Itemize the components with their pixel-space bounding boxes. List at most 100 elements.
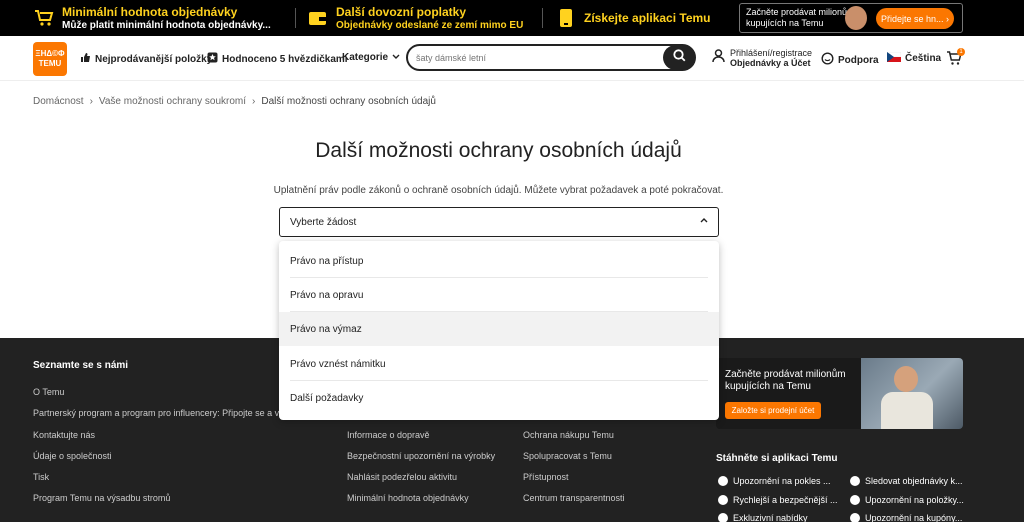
footer-link[interactable]: Minimální hodnota objednávky	[347, 493, 469, 503]
support-link[interactable]: Podpora	[821, 52, 879, 68]
footer-link[interactable]: Ochrana nákupu Temu	[523, 430, 614, 440]
promo-divider	[295, 8, 296, 28]
breadcrumb-separator: ›	[89, 96, 93, 107]
logo-text: TEMU	[38, 59, 62, 68]
footer-link[interactable]: Nahlásit podezřelou aktivitu	[347, 472, 457, 482]
footer-link[interactable]: Bezpečnostní upozornění na výrobky	[347, 451, 495, 461]
search-button[interactable]	[663, 45, 695, 70]
app-promo[interactable]: Získejte aplikaci Temu	[555, 0, 711, 36]
bell-icon	[718, 476, 728, 486]
wallet-icon	[307, 7, 329, 29]
cart-icon	[33, 7, 55, 29]
language-selector[interactable]: Čeština	[886, 51, 942, 65]
temu-logo[interactable]: ΞΗΔ©Φ TEMU	[33, 42, 67, 76]
user-icon	[712, 48, 725, 68]
search-bar	[406, 44, 696, 71]
breadcrumb-item[interactable]: Vaše možnosti ochrany soukromí	[99, 96, 246, 107]
import-fee-title: Další dovozní poplatky	[336, 4, 467, 19]
hourglass-icon	[850, 495, 860, 505]
app-feature: Rychlejší a bezpečnější ...	[718, 495, 838, 505]
phone-icon	[555, 7, 577, 29]
support-icon	[821, 52, 834, 68]
nav-categories[interactable]: Kategorie	[342, 52, 400, 63]
option-label: Právo na opravu	[290, 290, 364, 301]
footer-app-title: Stáhněte si aplikaci Temu	[716, 453, 838, 464]
language-label: Čeština	[905, 53, 942, 64]
dropdown-option[interactable]: Právo na přístup	[279, 244, 719, 278]
cart-count-badge: 1	[957, 48, 965, 56]
promo-bar: Minimální hodnota objednávky Může platit…	[0, 0, 1024, 36]
nav-five-stars-label: Hodnoceno 5 hvězdičkami	[222, 53, 348, 65]
app-feature-label: Upozornění na pokles ...	[733, 476, 831, 486]
app-feature-label: Sledovat objednávky k...	[865, 476, 963, 486]
chevron-up-icon	[700, 215, 708, 226]
thumb-up-icon	[80, 52, 91, 66]
app-feature: Upozornění na pokles ...	[718, 476, 831, 486]
footer-link[interactable]: Informace o dopravě	[347, 430, 430, 440]
app-feature-label: Upozornění na položky...	[865, 495, 964, 505]
request-dropdown: Právo na přístup Právo na opravu Právo n…	[279, 241, 719, 420]
dropdown-option[interactable]: Další požadavky	[279, 381, 719, 415]
account-login-label: Přihlášení/registrace	[730, 48, 813, 58]
dropdown-option[interactable]: Právo vznést námitku	[279, 347, 719, 381]
import-fee-promo[interactable]: Další dovozní poplatky Objednávky odesla…	[307, 0, 523, 36]
footer-link[interactable]: Údaje o společnosti	[33, 451, 112, 461]
nav-categories-label: Kategorie	[342, 52, 389, 63]
breadcrumb: Domácnost › Vaše možnosti ochrany soukro…	[33, 96, 436, 107]
join-now-label: Přidejte se hn...	[880, 13, 944, 24]
account-menu[interactable]: Přihlášení/registrace Objednávky a Účet	[712, 48, 812, 68]
shield-icon	[718, 495, 728, 505]
logo-glyphs: ΞΗΔ©Φ	[35, 49, 65, 58]
footer-link[interactable]: Partnerský program a program pro influen…	[33, 408, 284, 418]
dropdown-option[interactable]: Právo na opravu	[279, 278, 719, 312]
join-now-button[interactable]: Přidejte se hn... ›	[876, 8, 954, 29]
search-input[interactable]	[416, 50, 656, 66]
request-select[interactable]: Vyberte žádost	[279, 207, 719, 237]
czech-flag-icon	[886, 51, 902, 65]
import-fee-sub: Objednávky odeslané ze zemí mimo EU	[336, 19, 524, 31]
option-label: Právo vznést námitku	[290, 359, 386, 370]
option-label: Právo na výmaz	[290, 324, 362, 335]
footer-link[interactable]: Kontaktujte nás	[33, 430, 95, 440]
search-icon	[672, 48, 686, 67]
star-badge-icon	[207, 52, 218, 66]
footer-seller-banner[interactable]: Začněte prodávat milionům kupujících na …	[716, 358, 963, 429]
support-label: Podpora	[838, 54, 879, 66]
nav-bestsellers-label: Nejprodávanější položky	[95, 53, 213, 65]
create-seller-account-button[interactable]: Založte si prodejní účet	[725, 402, 821, 419]
dropdown-option-highlighted[interactable]: Právo na výmaz	[279, 312, 719, 346]
seller-avatar	[845, 6, 867, 30]
account-orders-label: Objednávky a Účet	[730, 58, 811, 68]
main-header: ΞΗΔ©Φ TEMU Nejprodávanější položky Hodno…	[0, 36, 1024, 81]
seller-photo-head	[894, 366, 918, 392]
footer-about-title: Seznamte se s námi	[33, 360, 129, 371]
app-feature: Upozornění na položky...	[850, 495, 964, 505]
min-order-promo[interactable]: Minimální hodnota objednávky Může platit…	[33, 0, 271, 36]
seller-photo-figure	[881, 392, 933, 429]
footer-link[interactable]: O Temu	[33, 387, 64, 397]
truck-icon	[850, 476, 860, 486]
min-order-sub: Může platit minimální hodnota objednávky…	[62, 19, 271, 31]
app-feature-label: Rychlejší a bezpečnější ...	[733, 495, 838, 505]
footer-link[interactable]: Centrum transparentnosti	[523, 493, 625, 503]
option-label: Právo na přístup	[290, 256, 364, 267]
breadcrumb-item[interactable]: Domácnost	[33, 96, 84, 107]
app-promo-title: Získejte aplikaci Temu	[584, 11, 711, 25]
nav-five-stars[interactable]: Hodnoceno 5 hvězdičkami	[207, 52, 348, 66]
page-title: Další možnosti ochrany osobních údajů	[315, 139, 682, 162]
sell-on-temu-banner[interactable]: Začněte prodávat milionům kupujících na …	[739, 3, 963, 33]
promo-divider	[542, 8, 543, 28]
nav-bestsellers[interactable]: Nejprodávanější položky	[80, 52, 212, 66]
footer-link[interactable]: Tisk	[33, 472, 49, 482]
footer-link[interactable]: Přístupnost	[523, 472, 569, 482]
footer-banner-text: Začněte prodávat milionům kupujících na …	[725, 369, 846, 392]
breadcrumb-separator: ›	[252, 96, 256, 107]
chevron-down-icon	[392, 52, 400, 63]
breadcrumb-current: Další možnosti ochrany osobních údajů	[261, 96, 436, 107]
option-label: Další požadavky	[290, 393, 364, 404]
min-order-title: Minimální hodnota objednávky	[62, 4, 238, 19]
footer-link[interactable]: Program Temu na výsadbu stromů	[33, 493, 170, 503]
app-feature: Sledovat objednávky k...	[850, 476, 963, 486]
footer-link[interactable]: Spolupracovat s Temu	[523, 451, 612, 461]
page-description: Uplatnění práv podle zákonů o ochraně os…	[273, 185, 724, 196]
